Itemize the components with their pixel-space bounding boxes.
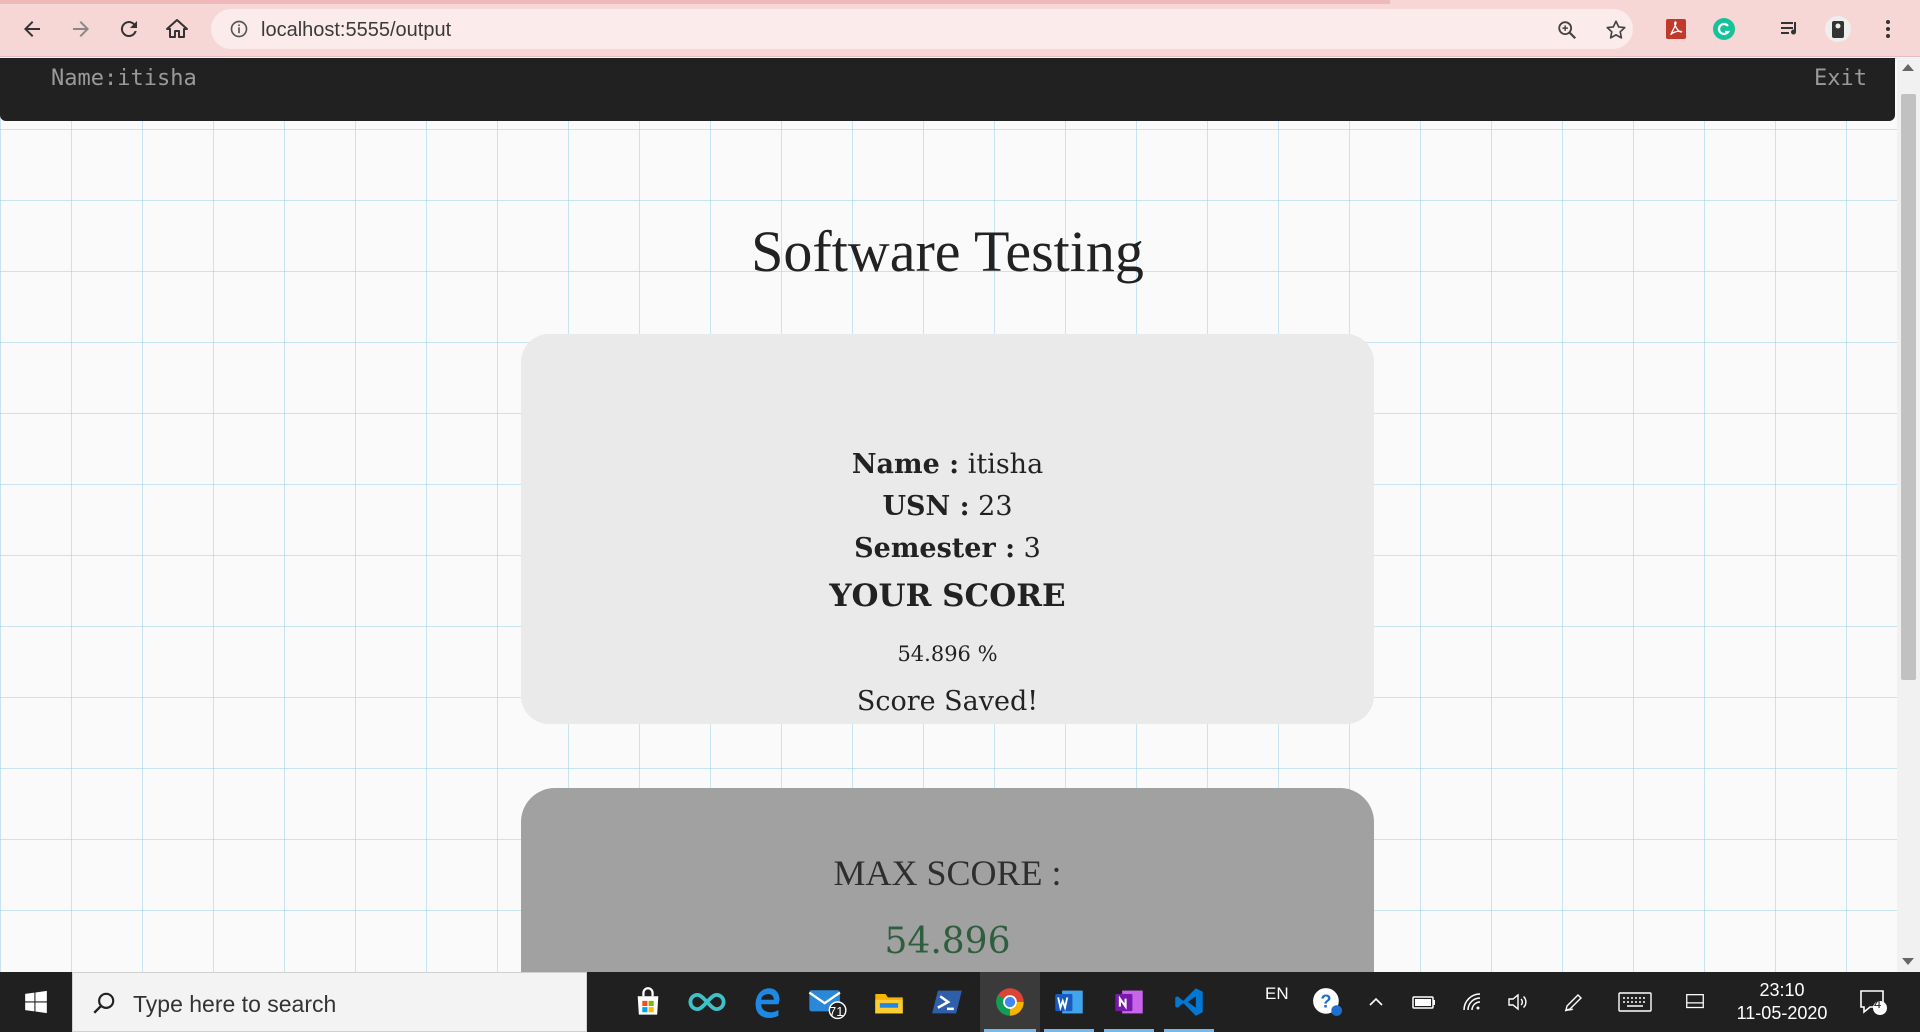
- navbar-user-name: Name:itisha: [51, 66, 197, 91]
- edge-icon: [755, 988, 780, 1018]
- zoom-icon[interactable]: [1554, 17, 1580, 43]
- powershell-app[interactable]: [918, 972, 976, 1032]
- max-score-label: MAX SCORE :: [833, 853, 1062, 893]
- semester-value: 3: [1015, 533, 1041, 564]
- chrome-app[interactable]: [980, 972, 1040, 1032]
- help-tray-icon[interactable]: ?: [1312, 986, 1342, 1018]
- reload-button[interactable]: [112, 12, 146, 46]
- onenote-app[interactable]: [1100, 972, 1158, 1032]
- scroll-up-arrow-icon[interactable]: [1902, 64, 1914, 71]
- show-hidden-icons-chevron-icon[interactable]: [1366, 986, 1386, 1018]
- file-explorer-app[interactable]: [860, 972, 918, 1032]
- semester-row: Semester : 3: [521, 533, 1374, 564]
- back-arrow-icon: [24, 21, 40, 37]
- score-value: 54.896 %: [897, 642, 998, 666]
- notification-count: 4: [1874, 996, 1882, 1011]
- page-scrollbar[interactable]: [1897, 58, 1920, 972]
- onenote-icon: [1115, 990, 1143, 1014]
- browser-menu-icon[interactable]: [1874, 15, 1902, 43]
- windows-taskbar: Type here to search 71 EN ? 23:10 11-05-…: [0, 972, 1920, 1032]
- start-button[interactable]: [0, 972, 72, 1032]
- pdf-extension-icon[interactable]: [1662, 15, 1690, 43]
- name-value: itisha: [959, 449, 1044, 480]
- exit-link[interactable]: Exit: [1814, 66, 1867, 91]
- reload-icon: [120, 21, 137, 38]
- forward-arrow-icon: [73, 21, 89, 37]
- address-bar[interactable]: localhost:5555/output: [211, 9, 1633, 49]
- max-score-value: 54.896: [884, 921, 1011, 962]
- language-indicator[interactable]: EN: [1265, 978, 1289, 1010]
- site-info-icon[interactable]: [227, 17, 251, 41]
- usn-value: 23: [969, 491, 1013, 522]
- home-button[interactable]: [160, 12, 194, 46]
- infinity-icon: [688, 992, 726, 1012]
- scroll-thumb[interactable]: [1901, 94, 1916, 680]
- search-icon: [93, 992, 115, 1014]
- bookmark-star-icon[interactable]: [1603, 17, 1629, 43]
- powershell-icon: [932, 990, 962, 1014]
- volume-icon[interactable]: [1506, 986, 1530, 1018]
- clock-time: 23:10: [1759, 980, 1805, 1000]
- wifi-icon[interactable]: [1460, 986, 1484, 1018]
- search-placeholder: Type here to search: [133, 991, 337, 1017]
- store-icon: [637, 987, 659, 1015]
- touch-keyboard-icon[interactable]: [1618, 986, 1652, 1018]
- vscode-app[interactable]: [1160, 972, 1218, 1032]
- display-icon[interactable]: [1684, 986, 1706, 1018]
- back-button[interactable]: [15, 12, 49, 46]
- result-card: Name : itisha USN : 23 Semester : 3 YOUR…: [521, 334, 1374, 724]
- forward-button[interactable]: [64, 12, 98, 46]
- media-controls-icon[interactable]: [1776, 15, 1804, 43]
- windows-logo-icon: [25, 990, 47, 1014]
- vscode-icon: [1175, 988, 1203, 1016]
- score-saved-status: Score Saved!: [856, 686, 1039, 717]
- browser-toolbar: localhost:5555/output: [0, 0, 1920, 57]
- profile-avatar[interactable]: [1824, 15, 1852, 43]
- usn-row: USN : 23: [521, 491, 1374, 522]
- tab-strip-edge: [0, 0, 1390, 4]
- action-center-icon[interactable]: 4: [1858, 986, 1888, 1018]
- infinity-app[interactable]: [678, 972, 736, 1032]
- score-heading: YOUR SCORE: [829, 578, 1066, 614]
- url-text[interactable]: localhost:5555/output: [261, 19, 451, 42]
- name-label: Name :: [851, 449, 960, 480]
- edge-app[interactable]: [738, 972, 796, 1032]
- usn-label: USN :: [882, 491, 970, 522]
- page-title: Software Testing: [751, 219, 1144, 284]
- chrome-icon: [996, 988, 1024, 1016]
- pen-workspace-icon[interactable]: [1562, 986, 1586, 1018]
- word-app[interactable]: [1040, 972, 1098, 1032]
- svg-text:?: ?: [1320, 991, 1331, 1011]
- top-navbar: Name:itisha Exit: [0, 58, 1895, 121]
- mail-badge-count: 71: [829, 1004, 844, 1019]
- home-icon: [166, 19, 188, 38]
- file-explorer-icon: [875, 994, 903, 1014]
- max-score-card: MAX SCORE : 54.896: [521, 788, 1374, 972]
- taskbar-search-box[interactable]: Type here to search: [72, 972, 587, 1032]
- name-row: Name : itisha: [521, 449, 1374, 480]
- system-clock[interactable]: 23:10 11-05-2020: [1722, 979, 1842, 1025]
- grammarly-extension-icon[interactable]: [1710, 15, 1738, 43]
- semester-label: Semester :: [854, 533, 1016, 564]
- word-icon: [1055, 990, 1083, 1014]
- page-viewport: Name:itisha Exit Software Testing Name :…: [0, 58, 1897, 972]
- scroll-down-arrow-icon[interactable]: [1902, 958, 1914, 965]
- clock-date: 11-05-2020: [1736, 1003, 1828, 1023]
- store-app[interactable]: [619, 972, 677, 1032]
- mail-app[interactable]: 71: [798, 972, 856, 1032]
- battery-icon[interactable]: [1410, 986, 1438, 1018]
